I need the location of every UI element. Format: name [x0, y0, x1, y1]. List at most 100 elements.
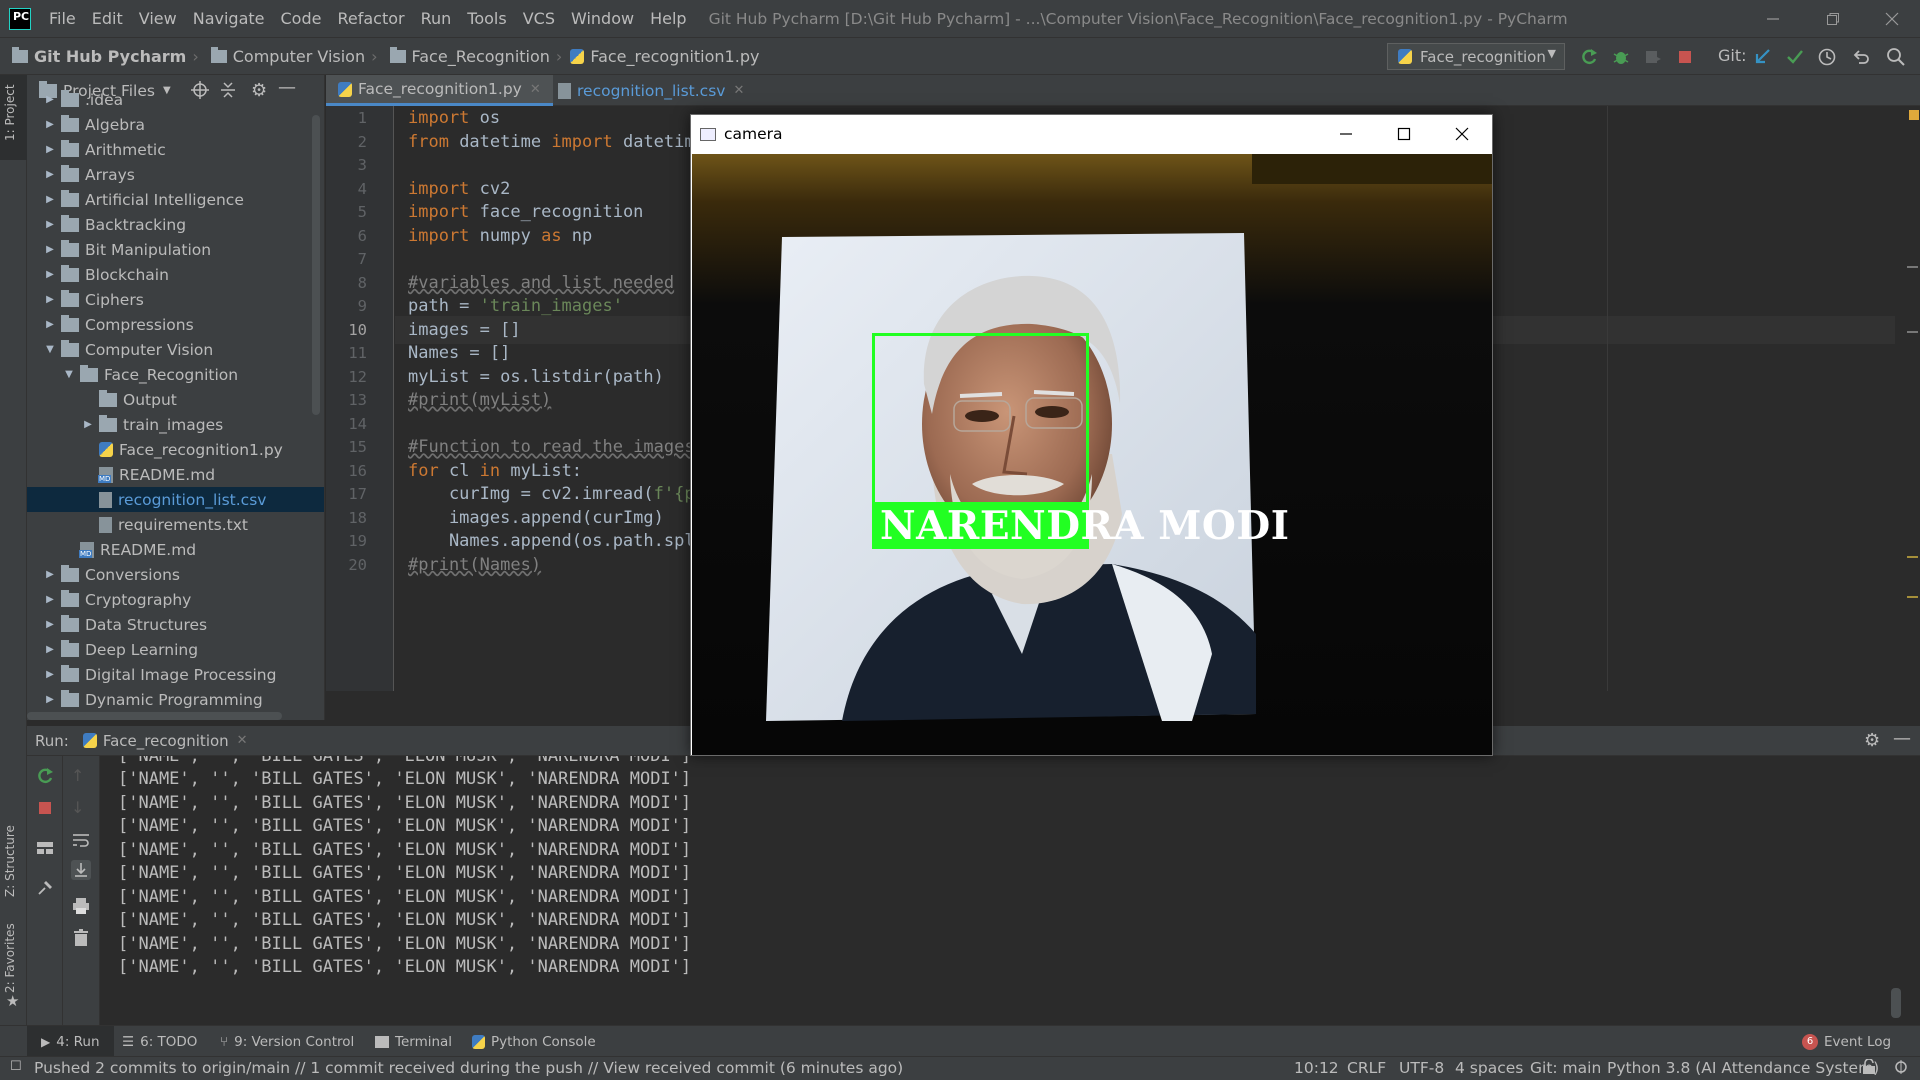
rerun-icon[interactable] — [35, 766, 55, 786]
collapsed-arrow-icon[interactable]: ▶ — [43, 169, 57, 180]
warning-marker[interactable] — [1909, 110, 1919, 120]
gear-icon[interactable]: ⚙ — [1864, 730, 1880, 751]
tree-folder[interactable]: ▶ Bit Manipulation — [27, 237, 324, 262]
camera-titlebar[interactable]: camera — [691, 115, 1492, 153]
close-tab-icon[interactable]: ✕ — [733, 83, 744, 98]
tab-recognition-list-csv[interactable]: recognition_list.csv ✕ — [546, 75, 756, 106]
tree-folder[interactable]: ▶ Digital Image Processing — [27, 662, 324, 687]
status-toggle-icon[interactable]: ☐ — [10, 1059, 22, 1074]
structure-stripe-button[interactable]: Z: Structure — [3, 825, 17, 897]
menu-item-refactor[interactable]: Refactor — [329, 9, 412, 28]
event-log-tool-button[interactable]: 6 Event Log — [1802, 1026, 1891, 1057]
tree-folder[interactable]: ▼ Face_Recognition — [27, 362, 324, 387]
status-message[interactable]: Pushed 2 commits to origin/main // 1 com… — [34, 1059, 903, 1077]
menu-item-vcs[interactable]: VCS — [515, 9, 563, 28]
collapsed-arrow-icon[interactable]: ▶ — [43, 194, 57, 205]
tree-folder[interactable]: ▶ Data Structures — [27, 612, 324, 637]
menu-item-help[interactable]: Help — [642, 9, 694, 28]
collapsed-arrow-icon[interactable]: ▶ — [43, 669, 57, 680]
tree-folder[interactable]: ▶ Arithmetic — [27, 137, 324, 162]
close-tab-icon[interactable]: ✕ — [237, 733, 248, 748]
tree-folder[interactable]: ▶ Conversions — [27, 562, 324, 587]
search-icon[interactable] — [1886, 47, 1906, 67]
collapsed-arrow-icon[interactable]: ▶ — [43, 319, 57, 330]
tree-file[interactable]: requirements.txt — [27, 512, 324, 537]
collapsed-arrow-icon[interactable]: ▶ — [43, 644, 57, 655]
caret-position[interactable]: 10:12 — [1294, 1059, 1339, 1077]
collapsed-arrow-icon[interactable]: ▶ — [43, 94, 57, 105]
tree-folder[interactable]: ▶ Cryptography — [27, 587, 324, 612]
favorites-stripe-button[interactable]: 2: Favorites — [3, 923, 17, 993]
camera-close-icon[interactable] — [1433, 115, 1491, 153]
menu-item-edit[interactable]: Edit — [84, 9, 131, 28]
coverage-icon[interactable] — [1643, 47, 1663, 67]
stop-icon[interactable] — [1675, 47, 1695, 67]
collapsed-arrow-icon[interactable]: ▶ — [43, 219, 57, 230]
run-tab[interactable]: Face_recognition ✕ — [82, 732, 248, 750]
tree-folder[interactable]: ▶ Compressions — [27, 312, 324, 337]
tree-folder[interactable]: ▶ Arrays — [27, 162, 324, 187]
file-encoding[interactable]: UTF-8 — [1399, 1059, 1444, 1077]
camera-window[interactable]: camera NARENDRA MODI — [690, 114, 1493, 756]
menu-item-code[interactable]: Code — [273, 9, 330, 28]
python-console-tool-button[interactable]: Python Console — [472, 1026, 596, 1057]
history-icon[interactable] — [1817, 47, 1837, 67]
tree-folder[interactable]: ▶ train_images — [27, 412, 324, 437]
restore-layout-icon[interactable] — [35, 838, 55, 858]
collapsed-arrow-icon[interactable]: ▶ — [43, 594, 57, 605]
arrow-up-icon[interactable]: ↑ — [71, 766, 91, 786]
tree-folder[interactable]: ▶ .idea — [27, 87, 324, 112]
terminal-tool-button[interactable]: Terminal — [375, 1026, 452, 1057]
collapsed-arrow-icon[interactable]: ▶ — [43, 144, 57, 155]
python-interpreter[interactable]: Python 3.8 (AI Attendance System) — [1607, 1059, 1879, 1077]
expanded-arrow-icon[interactable]: ▼ — [43, 344, 57, 355]
tree-folder[interactable]: ▶ Dynamic Programming — [27, 687, 324, 712]
console-scrollbar[interactable] — [1891, 988, 1901, 1018]
editor-scrollbar[interactable] — [1905, 106, 1920, 691]
tree-file[interactable]: README.md — [27, 462, 324, 487]
rerun-icon[interactable] — [1579, 47, 1599, 67]
rollback-icon[interactable] — [1851, 47, 1871, 67]
menu-item-navigate[interactable]: Navigate — [185, 9, 273, 28]
breadcrumb-project[interactable]: Git Hub Pycharm › — [0, 46, 199, 66]
menu-item-file[interactable]: File — [41, 9, 84, 28]
expanded-arrow-icon[interactable]: ▼ — [62, 369, 76, 380]
tree-horizontal-scrollbar[interactable] — [27, 712, 282, 720]
collapsed-arrow-icon[interactable]: ▶ — [43, 119, 57, 130]
scroll-to-end-icon[interactable] — [71, 860, 91, 880]
tree-folder[interactable]: ▶ Blockchain — [27, 262, 324, 287]
menu-item-run[interactable]: Run — [413, 9, 460, 28]
trash-icon[interactable] — [71, 928, 91, 948]
menu-item-tools[interactable]: Tools — [459, 9, 514, 28]
collapsed-arrow-icon[interactable]: ▶ — [43, 294, 57, 305]
hide-panel-icon[interactable]: — — [1893, 728, 1911, 749]
tree-file[interactable]: Face_recognition1.py — [27, 437, 324, 462]
breadcrumb-computer-vision[interactable]: Computer Vision › — [199, 46, 378, 66]
tree-folder[interactable]: ▶ Backtracking — [27, 212, 324, 237]
memory-indicator-icon[interactable] — [1893, 1059, 1909, 1075]
debug-icon[interactable] — [1611, 47, 1631, 67]
breadcrumb-file[interactable]: Face_recognition1.py — [562, 47, 759, 66]
minimize-icon[interactable] — [1745, 0, 1801, 37]
indent-setting[interactable]: 4 spaces — [1455, 1059, 1523, 1077]
camera-maximize-icon[interactable] — [1375, 115, 1433, 153]
tree-folder[interactable]: ▶ Algebra — [27, 112, 324, 137]
git-branch[interactable]: Git: main — [1530, 1059, 1601, 1077]
pin-icon[interactable] — [35, 878, 55, 898]
lock-icon[interactable] — [1862, 1059, 1876, 1075]
todo-tool-button[interactable]: ☰ 6: TODO — [122, 1026, 197, 1057]
close-tab-icon[interactable]: ✕ — [530, 82, 541, 97]
run-configuration-select[interactable]: Face_recognition ▼ — [1387, 43, 1565, 70]
run-console[interactable]: ['NAME', '', 'BILL GATES', 'ELON MUSK', … — [101, 756, 1901, 1025]
camera-minimize-icon[interactable] — [1317, 115, 1375, 153]
tree-folder[interactable]: ▶ Ciphers — [27, 287, 324, 312]
arrow-down-icon[interactable]: ↓ — [71, 798, 91, 818]
close-icon[interactable] — [1864, 0, 1920, 37]
stop-icon[interactable] — [35, 798, 55, 818]
git-commit-icon[interactable] — [1785, 47, 1805, 67]
collapsed-arrow-icon[interactable]: ▶ — [43, 569, 57, 580]
collapsed-arrow-icon[interactable]: ▶ — [43, 619, 57, 630]
run-tool-button[interactable]: ▶ 4: Run — [27, 1026, 114, 1057]
breadcrumb-face-recognition[interactable]: Face_Recognition › — [378, 46, 562, 66]
project-stripe-button[interactable]: 1: Project — [0, 75, 27, 160]
